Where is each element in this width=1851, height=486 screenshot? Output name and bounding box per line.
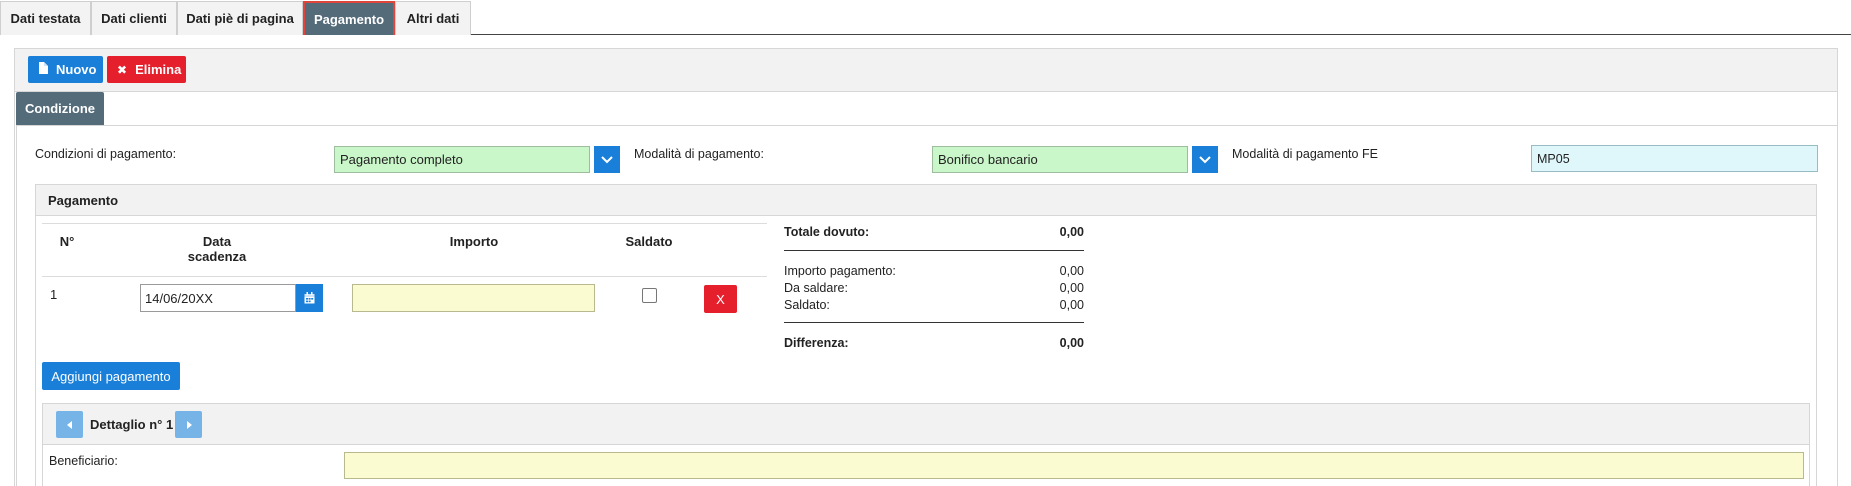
modalita-fe-label: Modalità di pagamento FE — [1232, 147, 1378, 161]
tab-label: Dati testata — [10, 11, 81, 26]
totale-label: Totale dovuto: — [784, 225, 870, 239]
tab-condizione[interactable]: Condizione — [16, 92, 104, 125]
condizioni-value: Pagamento completo — [340, 152, 463, 167]
tab-label: Dati piè di pagina — [186, 11, 294, 26]
tab-label: Condizione — [24, 101, 96, 116]
saldato-value: 0,00 — [1059, 298, 1084, 312]
pagamento-header: Pagamento — [35, 184, 1817, 216]
add-payment-label: Aggiungi pagamento — [51, 368, 171, 384]
pagamento-title: Pagamento — [48, 192, 119, 208]
da-saldare-value: 0,00 — [1059, 281, 1084, 295]
column-header-saldato: Saldato — [625, 234, 673, 249]
tab-altri-dati[interactable]: Altri dati — [395, 1, 471, 35]
tab-label: Pagamento — [313, 11, 385, 27]
tab-dati-testata[interactable]: Dati testata — [0, 1, 91, 35]
delete-button[interactable]: ✖ Elimina — [107, 56, 186, 83]
delete-row-button[interactable]: X — [704, 285, 737, 313]
chevron-right-icon — [186, 417, 192, 432]
file-icon — [38, 62, 48, 77]
tab-dati-clienti[interactable]: Dati clienti — [91, 1, 177, 35]
add-payment-button[interactable]: Aggiungi pagamento — [42, 362, 180, 390]
condizioni-select[interactable]: Pagamento completo — [334, 146, 590, 173]
importo-field[interactable] — [352, 284, 595, 312]
column-header-data: Data scadenza — [167, 234, 267, 264]
tab-pagamento[interactable]: Pagamento — [303, 1, 395, 35]
new-button[interactable]: Nuovo — [28, 56, 103, 83]
differenza-value: 0,00 — [1059, 336, 1084, 350]
da-saldare-label: Da saldare: — [784, 281, 848, 295]
saldato-checkbox[interactable] — [642, 288, 657, 303]
modalita-label: Modalità di pagamento: — [634, 147, 764, 161]
saldato-label: Saldato: — [784, 298, 830, 312]
column-header-data-line2: scadenza — [187, 249, 247, 264]
totale-value: 0,00 — [1059, 225, 1084, 239]
modalita-select[interactable]: Bonifico bancario — [932, 146, 1188, 173]
column-header-importo: Importo — [449, 234, 499, 249]
condizioni-label: Condizioni di pagamento: — [35, 147, 177, 161]
tab-label: Dati clienti — [101, 11, 167, 26]
column-header-data-line1: Data — [202, 234, 232, 249]
delete-button-label: Elimina — [135, 62, 182, 77]
modalita-value: Bonifico bancario — [938, 152, 1038, 167]
column-header-n: N° — [59, 234, 75, 249]
data-scadenza-value: 14/06/20XX — [145, 290, 213, 306]
calendar-icon[interactable] — [296, 284, 323, 312]
chevron-down-icon[interactable] — [594, 146, 620, 173]
modalita-fe-field[interactable]: MP05 — [1531, 145, 1818, 172]
tab-label: Altri dati — [406, 11, 460, 26]
tab-dati-pie-di-pagina[interactable]: Dati piè di pagina — [177, 1, 303, 35]
delete-row-label: X — [716, 291, 725, 307]
differenza-label: Differenza: — [784, 336, 849, 350]
importo-pagamento-label: Importo pagamento: — [784, 264, 896, 278]
summary-divider — [784, 250, 1084, 251]
row-number: 1 — [50, 287, 58, 302]
summary-divider — [784, 322, 1084, 323]
modalita-fe-value: MP05 — [1537, 151, 1570, 166]
close-icon: ✖ — [117, 62, 128, 77]
new-button-label: Nuovo — [56, 62, 97, 77]
beneficiario-field[interactable] — [344, 452, 1804, 479]
data-scadenza-field[interactable]: 14/06/20XX — [140, 284, 296, 312]
dettaglio-title: Dettaglio n° 1 — [90, 417, 174, 432]
divider — [42, 276, 767, 277]
divider — [42, 223, 767, 224]
chevron-left-icon — [66, 417, 73, 432]
importo-pagamento-value: 0,00 — [1059, 264, 1084, 278]
beneficiario-label: Beneficiario: — [49, 454, 118, 468]
chevron-down-icon[interactable] — [1192, 146, 1218, 173]
dettaglio-header — [42, 403, 1810, 445]
toolbar — [14, 48, 1838, 92]
previous-button[interactable] — [56, 411, 83, 438]
next-button[interactable] — [175, 411, 202, 438]
